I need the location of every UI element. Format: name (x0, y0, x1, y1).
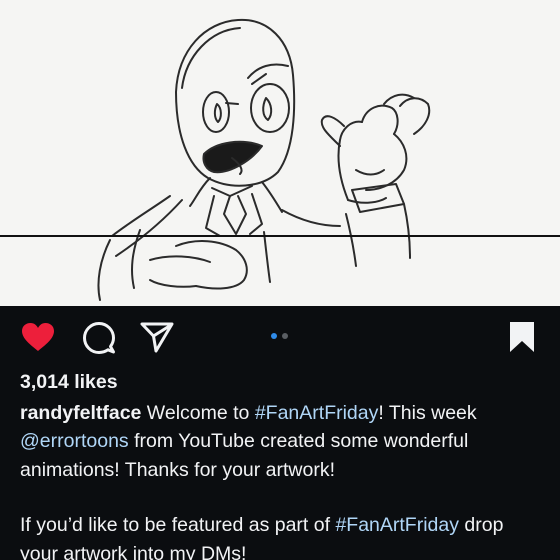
share-button[interactable] (139, 320, 175, 354)
fan-art-sketch (0, 18, 560, 301)
caption-username[interactable]: randyfeltface (20, 402, 141, 424)
caption-text: Welcome to (141, 401, 255, 424)
instagram-post: 3,014 likes randyfeltface Welcome to #Fa… (0, 0, 560, 560)
carousel-indicator (271, 333, 288, 339)
caption-paragraph: randyfeltface Welcome to #FanArtFriday! … (20, 399, 545, 485)
save-button[interactable] (506, 320, 538, 354)
post-action-bar (0, 306, 560, 366)
post-caption: randyfeltface Welcome to #FanArtFriday! … (20, 399, 545, 560)
mention-link[interactable]: @errortoons (20, 430, 129, 452)
caption-text: If you’d like to be featured as part of (20, 514, 336, 536)
bookmark-filled-icon (510, 322, 534, 352)
carousel-dot-active (271, 333, 277, 339)
comment-button[interactable] (81, 320, 117, 356)
carousel-dot (282, 333, 288, 339)
caption-paragraph: If you’d like to be featured as part of … (20, 511, 545, 560)
post-details: 3,014 likes randyfeltface Welcome to #Fa… (20, 366, 545, 560)
hashtag-link[interactable]: #FanArtFriday (335, 514, 459, 536)
comment-bubble-icon (83, 322, 115, 354)
caption-text: ! This week (378, 401, 477, 424)
like-button[interactable] (20, 320, 56, 354)
hashtag-link[interactable]: #FanArtFriday (255, 402, 379, 424)
likes-count[interactable]: 3,014 likes (20, 368, 545, 397)
paper-plane-icon (140, 322, 174, 353)
heart-filled-icon (22, 323, 54, 351)
post-image[interactable] (0, 0, 560, 306)
